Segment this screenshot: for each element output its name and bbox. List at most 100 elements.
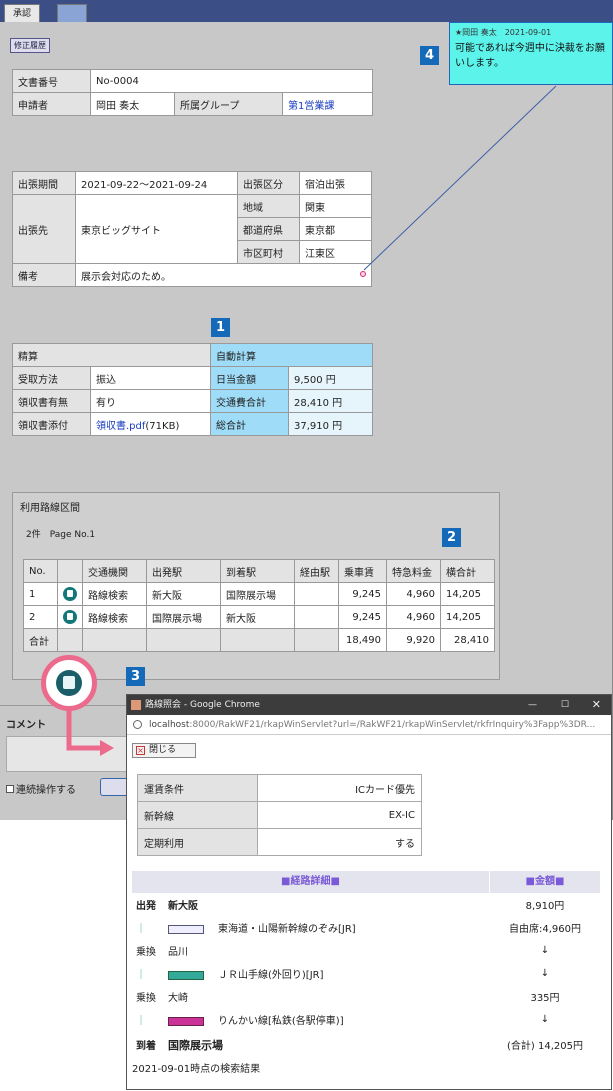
app-icon (131, 700, 141, 710)
cond-label: 運賃条件 (137, 774, 258, 802)
popup-title: 路線照会 - Google Chrome (145, 700, 260, 710)
maximize-icon[interactable]: ☐ (561, 695, 569, 715)
col-no: No. (23, 559, 58, 583)
row-via (294, 605, 339, 629)
receipt-pdf-link[interactable]: 領収書.pdf (96, 421, 145, 432)
col-express: 特急料金 (386, 559, 441, 583)
total-label: 合計 (23, 628, 58, 652)
url-rest: :8000/RakWF21/rkapWinServlet?url=/RakWF2… (189, 720, 596, 730)
callout-badge-2: 2 (442, 528, 461, 547)
train-yamanote-icon (168, 970, 204, 980)
tab-bar: 承認 (0, 0, 613, 22)
grand-total-label: 総合計 (210, 412, 289, 436)
route-count: 2件 Page No.1 (26, 530, 96, 540)
comment-connector-line (363, 85, 557, 271)
destination: 東京ビッグサイト (75, 194, 238, 264)
col-fare: 乗車賃 (338, 559, 387, 583)
callout-badge-4: 4 (420, 46, 439, 65)
train-icon (63, 610, 77, 624)
row-to: 新大阪 (220, 605, 295, 629)
table-row: 2 路線検索 国際展示場 新大阪 9,245 4,960 14,205 (23, 605, 495, 629)
transport-total: 28,410 円 (288, 389, 373, 413)
row-kind: 路線検索 (82, 605, 147, 629)
row-kind: 路線検索 (82, 582, 147, 606)
row-train-button[interactable] (57, 605, 83, 629)
route-title: 利用路線区間 (20, 503, 80, 514)
applicant: 岡田 奏太 (90, 92, 175, 116)
callout-badge-1: 1 (211, 318, 230, 337)
comment-label: コメント (6, 720, 46, 731)
popup-title-bar: 路線照会 - Google Chrome — ☐ ✕ (127, 695, 611, 715)
row-train-button[interactable] (57, 582, 83, 606)
trip-info-table: 出張期間 2021-09-22～2021-09-24 出張区分 宿泊出張 出張先… (12, 171, 372, 287)
row-to: 国際展示場 (220, 582, 295, 606)
row-no: 2 (23, 605, 58, 629)
settlement-title: 精算 (12, 343, 211, 367)
attachment-label: 領収書添付 (12, 412, 91, 436)
auto-calc-label: 自動計算 (210, 343, 373, 367)
applicant-label: 申請者 (12, 92, 91, 116)
route-detail: ■経路詳細■ ■金額■ 出発 新大阪 8,910円 ｜ 東海道・山陽新幹線のぞみ… (132, 871, 600, 1075)
url-host: localhost (149, 720, 190, 730)
detail-head-label: ■経路詳細■ (132, 871, 490, 893)
route-table: No. 交通機関 出発駅 到着駅 経由駅 乗車賃 特急料金 横合計 1 路線検索… (23, 559, 495, 652)
remark: 展示会対応のため。 (75, 263, 372, 287)
close-button[interactable]: × 閉じる (132, 743, 196, 758)
train-icon (56, 670, 82, 696)
revision-history-button[interactable]: 修正履歴 (10, 38, 50, 53)
col-to: 到着駅 (220, 559, 295, 583)
comment-note: ★岡田 奏太 2021-09-01 可能であれば今週中に決裁をお願いします。 (449, 22, 613, 85)
daily-allowance-label: 日当金額 (210, 366, 289, 390)
cond-label: 新幹線 (137, 801, 258, 829)
col-from: 出発駅 (146, 559, 221, 583)
condition-table: 運賃条件 ICカード優先 新幹線 EX-IC 定期利用 する (137, 774, 422, 856)
tab-approval[interactable]: 承認 (4, 4, 41, 22)
row-from: 国際展示場 (146, 605, 221, 629)
total-express: 9,920 (386, 628, 441, 652)
tab-image-icon[interactable] (57, 4, 87, 22)
row-express: 4,960 (386, 605, 441, 629)
col-icon (57, 559, 83, 583)
train-rinkai-icon (168, 1016, 204, 1026)
region-label: 地域 (237, 194, 300, 218)
minimize-icon[interactable]: — (528, 695, 537, 715)
city-label: 市区町村 (237, 240, 300, 264)
prefecture-label: 都道府県 (237, 217, 300, 241)
route-step: ｜ ＪＲ山手線(外回り)[JR] ↓ (136, 968, 550, 981)
callout-badge-3: 3 (126, 667, 145, 686)
trip-type-label: 出張区分 (237, 171, 300, 195)
route-inquiry-popup: 路線照会 - Google Chrome — ☐ ✕ localhost:800… (126, 694, 612, 1090)
document-info-table: 文書番号 No-0004 申請者 岡田 奏太 所属グループ 第1営業課 (12, 69, 373, 116)
close-x-icon: × (136, 746, 145, 755)
row-express: 4,960 (386, 582, 441, 606)
row-sum: 14,205 (440, 605, 495, 629)
train-icon (63, 587, 77, 601)
shinkansen-icon (168, 924, 204, 934)
receive-method-label: 受取方法 (12, 366, 91, 390)
close-window-icon[interactable]: ✕ (592, 695, 601, 715)
total-sum: 28,410 (440, 628, 495, 652)
route-step: 出発 新大阪 8,910円 (136, 901, 565, 912)
receipt: 有り (90, 389, 211, 413)
remark-label: 備考 (12, 263, 76, 287)
search-result-note: 2021-09-01時点の検索結果 (132, 1064, 261, 1075)
receipt-label: 領収書有無 (12, 389, 91, 413)
attachment: 領収書.pdf(71KB) (90, 412, 211, 436)
group-link[interactable]: 第1営業課 (288, 101, 334, 112)
comment-note-header: ★岡田 奏太 2021-09-01 (455, 28, 552, 37)
route-total-row: 合計 18,490 9,920 28,410 (23, 628, 495, 652)
route-table-header: No. 交通機関 出発駅 到着駅 経由駅 乗車賃 特急料金 横合計 (23, 559, 495, 583)
grand-total: 37,910 円 (288, 412, 373, 436)
address-bar[interactable]: localhost:8000/RakWF21/rkapWinServlet?ur… (127, 715, 611, 735)
settlement-table: 精算 自動計算 受取方法 振込 日当金額 9,500 円 領収書有無 有り 交通… (12, 343, 373, 436)
continuous-checkbox[interactable]: 連続操作する (6, 781, 76, 796)
row-sum: 14,205 (440, 582, 495, 606)
total-fare: 18,490 (338, 628, 387, 652)
col-transport: 交通機関 (82, 559, 147, 583)
row-fare: 9,245 (338, 605, 387, 629)
cond-value: する (257, 828, 422, 856)
row-fare: 9,245 (338, 582, 387, 606)
cond-label: 定期利用 (137, 828, 258, 856)
col-sum: 横合計 (440, 559, 495, 583)
doc-number-label: 文書番号 (12, 69, 91, 93)
